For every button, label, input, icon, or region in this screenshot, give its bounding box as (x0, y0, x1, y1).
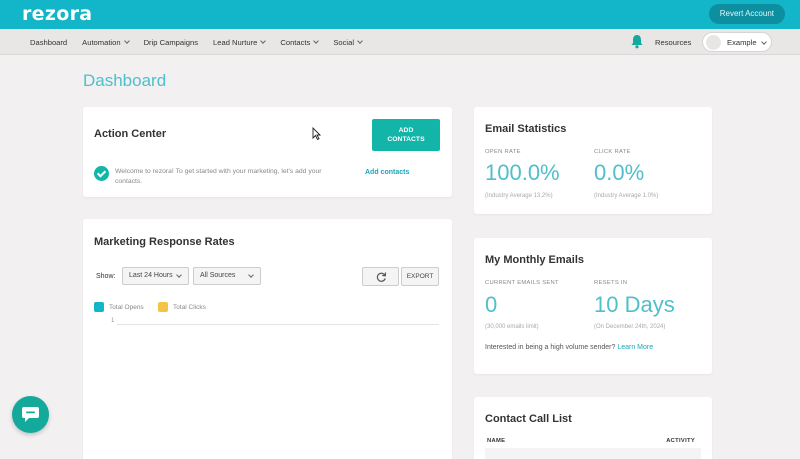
click-rate-industry: (Industry Average 1.0%) (594, 193, 659, 199)
chevron-down-icon (248, 272, 254, 278)
rezora-logo[interactable]: rezora (22, 3, 92, 25)
chevron-down-icon (357, 37, 363, 44)
nav-item-label: Lead Nurture (213, 37, 258, 47)
action-center-title: Action Center (94, 128, 167, 140)
nav-item-label: Drip Campaigns (143, 37, 199, 47)
nav-item-automation[interactable]: Automation (82, 37, 130, 47)
nav-item-label: Automation (82, 37, 121, 47)
show-label: Show: (96, 273, 116, 280)
monthly-emails-title: My Monthly Emails (485, 254, 585, 266)
source-select[interactable]: All Sources (193, 267, 261, 285)
chat-bubble-icon (22, 407, 39, 422)
nav-item-label: Social (333, 37, 355, 47)
export-button[interactable]: EXPORT (401, 267, 439, 286)
nav-item-label: Dashboard (30, 37, 68, 47)
refresh-icon (376, 272, 387, 282)
column-header-activity[interactable]: ACTIVITY (666, 438, 695, 444)
check-circle-icon (94, 166, 109, 181)
add-contacts-button[interactable]: ADD CONTACTS (372, 119, 440, 151)
nav-item-label: Contacts (280, 37, 311, 47)
open-rate-value: 100.0% (485, 160, 560, 185)
legend-swatch (94, 302, 104, 312)
nav-item-social[interactable]: Social (333, 37, 363, 47)
legend-label: Total Clicks (173, 303, 206, 311)
time-range-value: Last 24 Hours (129, 272, 173, 279)
resets-in-value: 10 Days (594, 292, 675, 317)
chat-launcher-button[interactable] (12, 396, 49, 433)
nav-item-lead-nurture[interactable]: Lead Nurture (213, 37, 267, 47)
chevron-down-icon (123, 37, 130, 44)
revert-account-button[interactable]: Revert Account (708, 4, 785, 24)
action-center-card: Action Center ADD CONTACTS Welcome to re… (83, 107, 452, 197)
nav-item-dashboard[interactable]: Dashboard (30, 38, 67, 47)
page-title: Dashboard (83, 71, 167, 90)
nav-items: Dashboard Automation Drip Campaigns Lead… (30, 29, 377, 55)
notification-bell-icon[interactable] (630, 34, 644, 49)
table-row[interactable] (485, 448, 701, 459)
email-statistics-card: Email Statistics OPEN RATE 100.0% (Indus… (474, 107, 712, 214)
email-statistics-title: Email Statistics (485, 123, 567, 135)
chevron-down-icon (761, 39, 767, 45)
legend-item-total-clicks[interactable]: Total Clicks (158, 302, 206, 312)
add-contacts-link[interactable]: Add contacts (365, 169, 409, 176)
chevron-down-icon (260, 37, 267, 44)
click-rate-label: CLICK RATE (594, 149, 631, 155)
marketing-response-rates-card: Marketing Response Rates Show: Last 24 H… (83, 219, 452, 459)
legend-label: Total Opens (109, 303, 144, 311)
nav-item-drip-campaigns[interactable]: Drip Campaigns (144, 38, 198, 47)
top-bar: rezora Revert Account (0, 0, 800, 29)
open-rate-industry: (Industry Average 13.2%) (485, 193, 553, 199)
open-rate-label: OPEN RATE (485, 149, 521, 155)
time-range-select[interactable]: Last 24 Hours (122, 267, 189, 285)
emails-sent-label: CURRENT EMAILS SENT (485, 280, 559, 286)
add-contacts-button-line2: CONTACTS (387, 136, 425, 143)
mouse-cursor-icon (312, 127, 321, 140)
emails-sent-value: 0 (485, 292, 498, 317)
legend-swatch (158, 302, 168, 312)
welcome-message: Welcome to rezora! To get started with y… (115, 168, 322, 185)
main-nav: Dashboard Automation Drip Campaigns Lead… (0, 29, 800, 55)
click-rate-value: 0.0% (594, 160, 645, 185)
contact-call-list-title: Contact Call List (485, 413, 572, 425)
high-volume-prompt: Interested in being a high volume sender… (485, 344, 653, 351)
monthly-emails-card: My Monthly Emails CURRENT EMAILS SENT 0 … (474, 238, 712, 374)
refresh-button[interactable] (362, 267, 399, 286)
emails-sent-limit: (30,000 emails limit) (485, 324, 539, 330)
chart-gridline (117, 324, 439, 325)
source-value: All Sources (200, 272, 236, 279)
y-axis-tick: 1 (111, 318, 115, 324)
column-header-name[interactable]: NAME (487, 438, 505, 444)
learn-more-link[interactable]: Learn More (617, 344, 653, 351)
chevron-down-icon (176, 272, 182, 278)
add-contacts-button-line1: ADD (398, 127, 414, 134)
legend-item-total-opens[interactable]: Total Opens (94, 302, 144, 312)
resources-link[interactable]: Resources (655, 38, 691, 47)
response-rates-title: Marketing Response Rates (94, 236, 235, 248)
resets-in-date: (On December 24th, 2024) (594, 324, 666, 330)
user-menu[interactable]: Example (702, 32, 772, 52)
avatar (706, 35, 721, 50)
nav-item-contacts[interactable]: Contacts (280, 37, 320, 47)
contact-call-list-card: Contact Call List NAME ACTIVITY (474, 397, 712, 459)
high-volume-text: Interested in being a high volume sender… (485, 344, 616, 351)
resets-in-label: RESETS IN (594, 280, 628, 286)
user-name: Example (727, 38, 757, 47)
chevron-down-icon (313, 37, 320, 44)
